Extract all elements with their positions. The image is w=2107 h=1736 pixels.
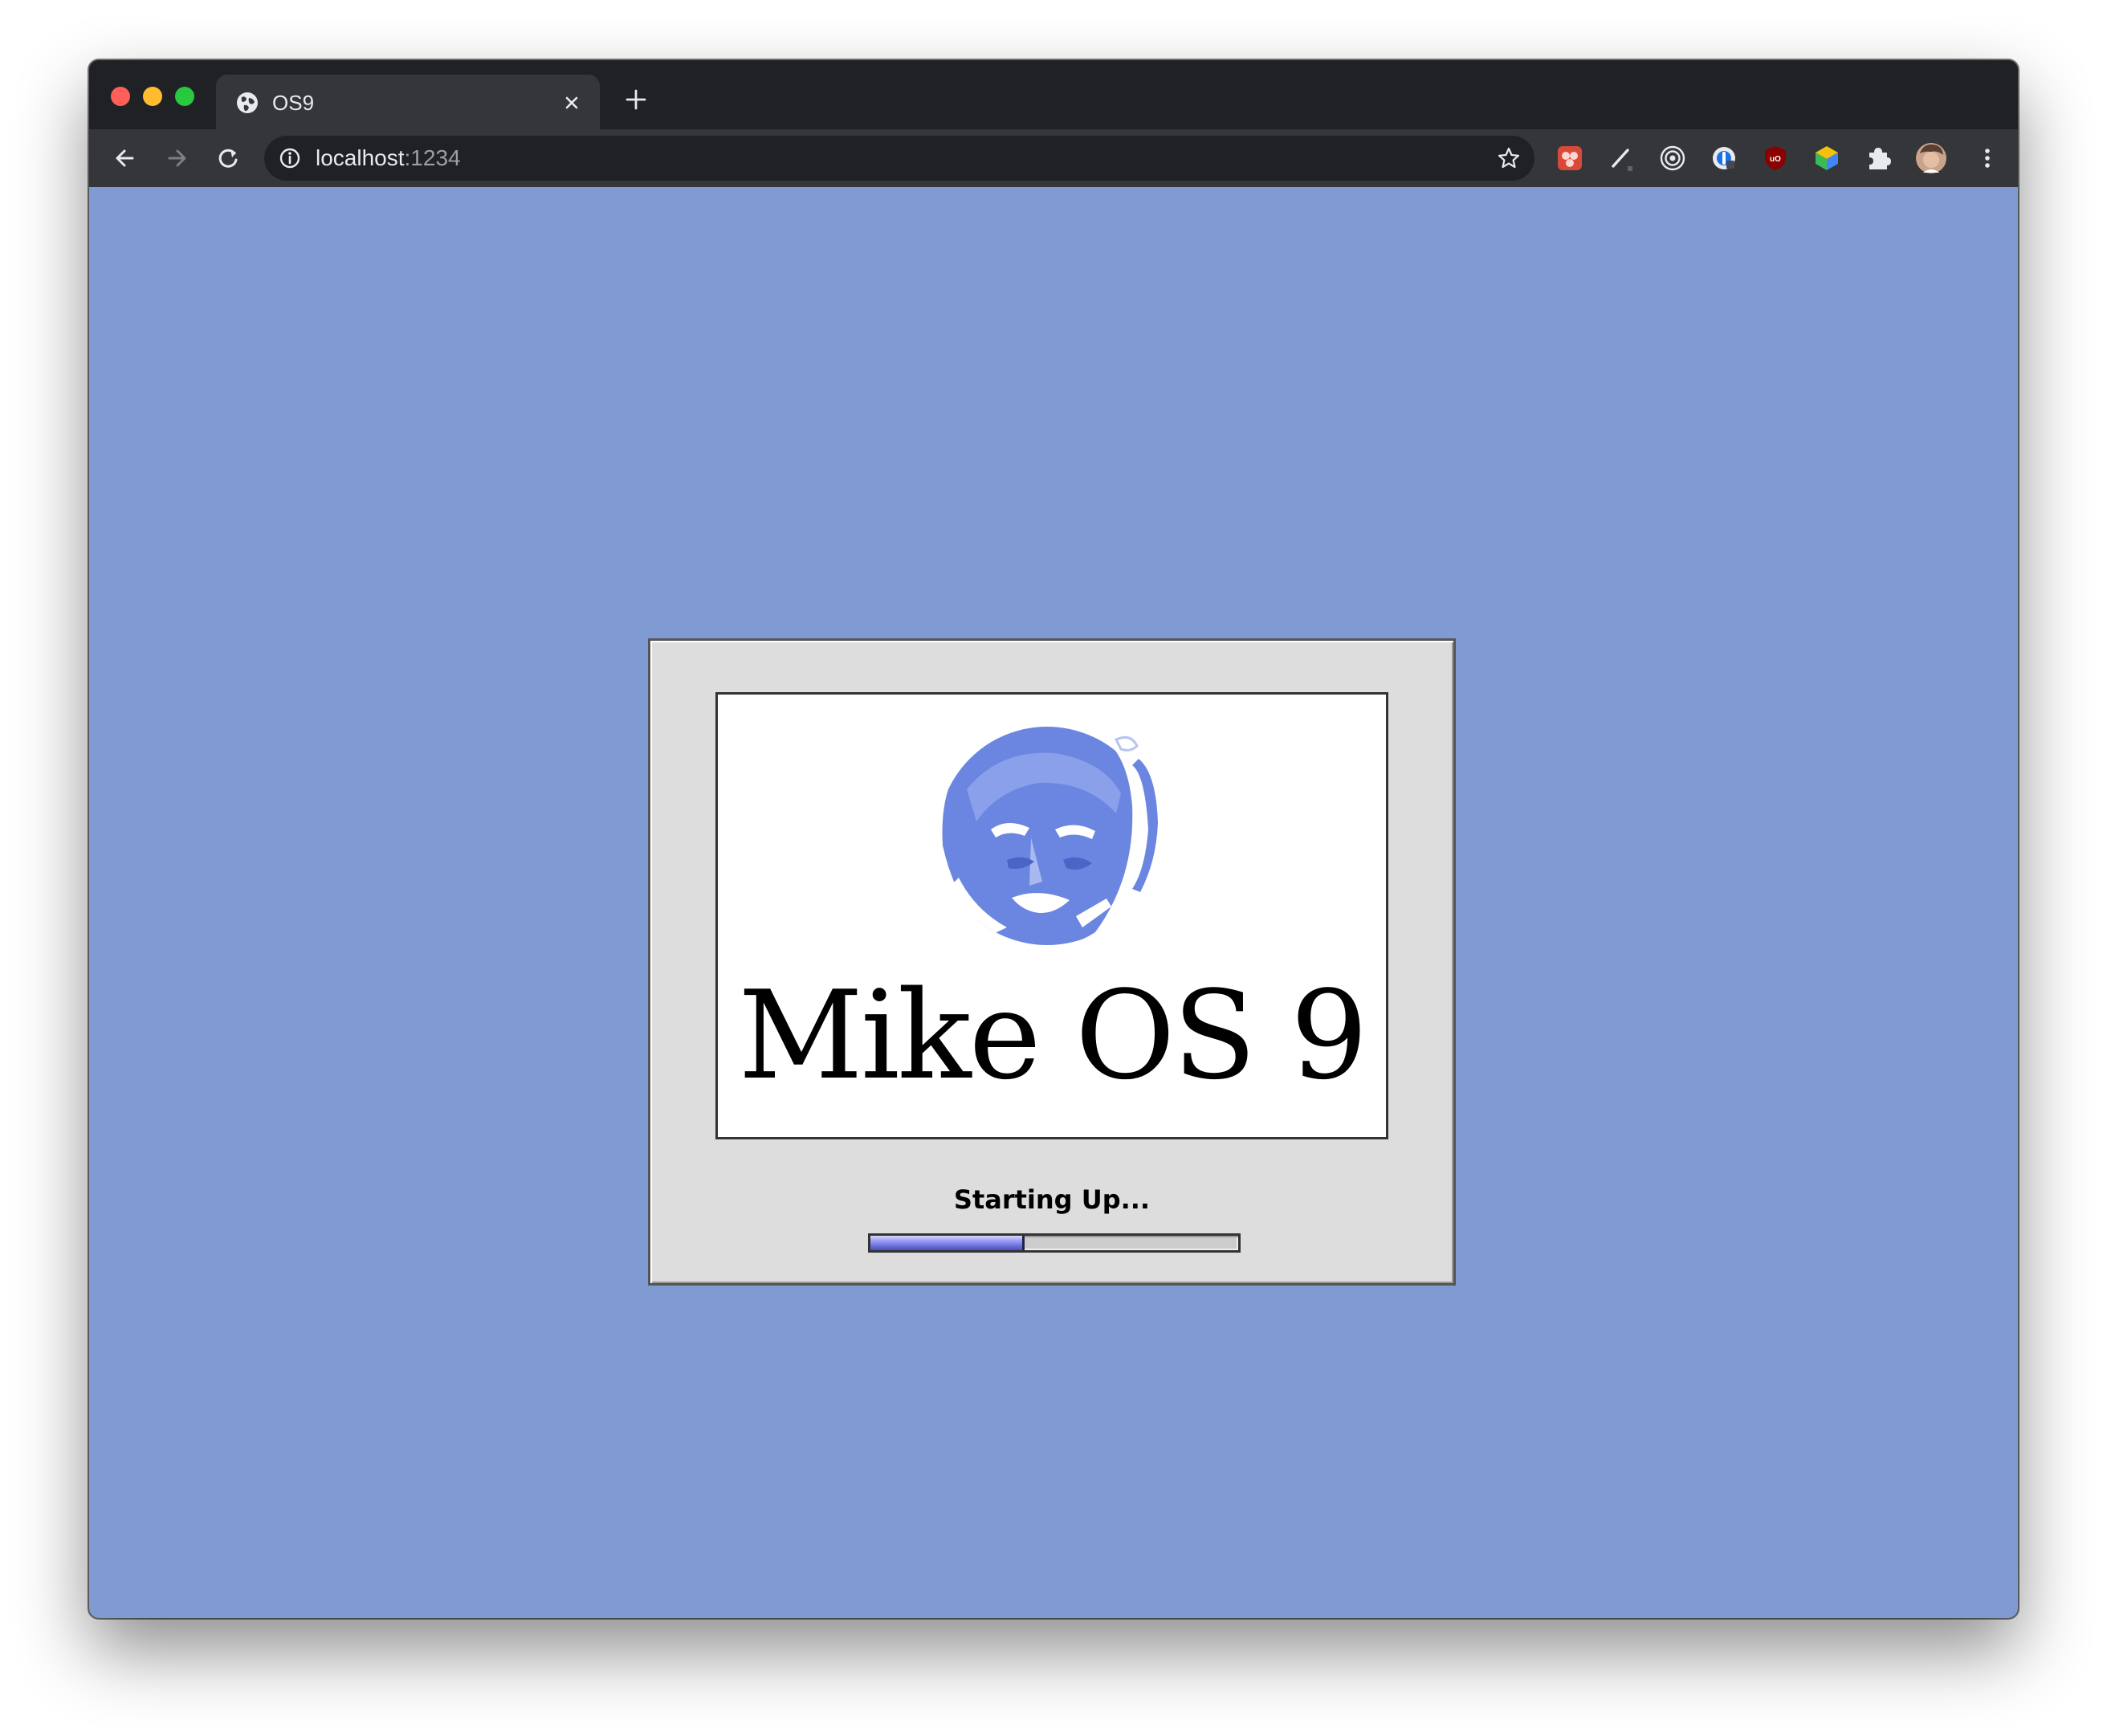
browser-toolbar: localhost:1234 uO xyxy=(89,129,2018,187)
maximize-window-button[interactable] xyxy=(175,87,194,106)
reload-icon[interactable] xyxy=(213,143,243,173)
minimize-window-button[interactable] xyxy=(143,87,162,106)
url-text[interactable]: localhost:1234 xyxy=(316,145,461,172)
tab-os9[interactable]: OS9 xyxy=(216,75,600,131)
close-window-button[interactable] xyxy=(111,87,130,106)
cube-extension-icon[interactable] xyxy=(1812,144,1841,173)
startup-status-text: Starting Up... xyxy=(953,1184,1151,1215)
startup-progress-bar xyxy=(868,1233,1241,1253)
svg-text:uO: uO xyxy=(1770,155,1781,164)
password-extension-icon[interactable] xyxy=(1710,144,1738,173)
tab-strip: OS9 xyxy=(89,60,2018,131)
new-tab-icon[interactable] xyxy=(622,86,650,113)
target-extension-icon[interactable] xyxy=(1658,144,1687,173)
back-arrow-icon[interactable] xyxy=(110,143,141,173)
url-port: :1234 xyxy=(404,145,461,170)
close-icon[interactable] xyxy=(558,89,585,116)
portrait-logo xyxy=(938,727,1158,945)
puzzle-icon[interactable] xyxy=(1864,144,1893,173)
bookmark-star-icon[interactable] xyxy=(1496,145,1522,171)
profile-avatar[interactable] xyxy=(1915,142,1947,174)
globe-icon xyxy=(237,92,258,113)
tab-title: OS9 xyxy=(272,91,315,115)
forward-arrow-icon[interactable] xyxy=(161,143,192,173)
os-title: Mike OS 9 xyxy=(738,964,1367,1106)
splash-panel: Mike OS 9 xyxy=(715,692,1388,1139)
info-icon[interactable] xyxy=(279,147,301,169)
address-bar[interactable]: localhost:1234 xyxy=(264,136,1534,181)
startup-progress-fill xyxy=(870,1236,1025,1250)
ublock-extension-icon[interactable]: uO xyxy=(1761,144,1790,173)
browser-window: OS9 localhost:1234 uO Mike OS 9 Starting… xyxy=(89,60,2018,1618)
kebab-menu-icon[interactable] xyxy=(1973,144,2002,173)
url-host: localhost xyxy=(316,145,405,170)
pen-extension-icon[interactable] xyxy=(1607,144,1636,173)
tomato-extension-icon[interactable] xyxy=(1555,144,1584,173)
page-viewport: Mike OS 9 Starting Up... xyxy=(89,187,2018,1618)
startup-dialog: Mike OS 9 Starting Up... xyxy=(648,638,1456,1286)
